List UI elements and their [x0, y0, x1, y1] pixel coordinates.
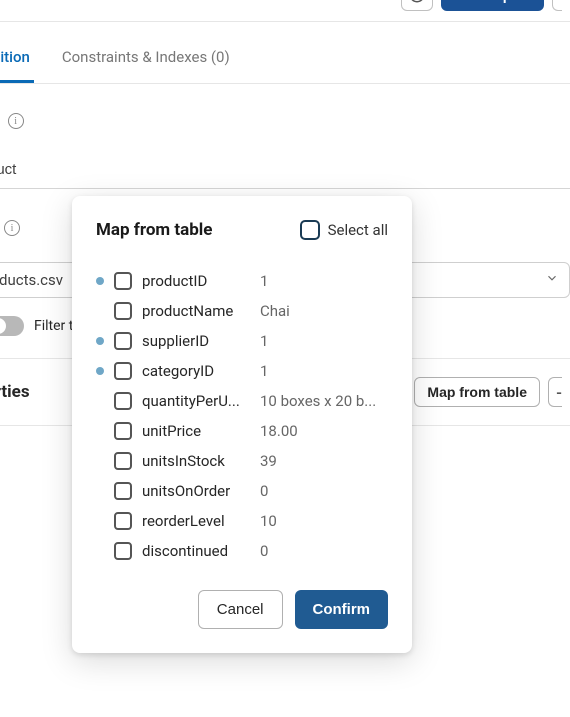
key-indicator-icon	[96, 547, 104, 555]
key-indicator-icon	[96, 487, 104, 495]
column-row: productName Chai	[96, 296, 388, 326]
remove-button-partial[interactable]: -	[548, 377, 562, 407]
column-checkbox[interactable]	[114, 512, 132, 530]
column-name: unitsOnOrder	[142, 482, 250, 500]
key-indicator-icon	[96, 457, 104, 465]
column-row: productID 1	[96, 266, 388, 296]
filter-toggle[interactable]	[0, 316, 24, 336]
modal-footer: Cancel Confirm	[96, 590, 388, 629]
column-sample-value: 1	[260, 332, 388, 350]
column-row: unitsOnOrder 0	[96, 476, 388, 506]
column-name: supplierID	[142, 332, 250, 350]
column-sample-value: 0	[260, 542, 388, 560]
column-checkbox[interactable]	[114, 482, 132, 500]
column-sample-value: 1	[260, 272, 388, 290]
modal-title: Map from table	[96, 220, 212, 240]
label-field-label: el i	[0, 112, 570, 130]
column-row: unitsInStock 39	[96, 446, 388, 476]
column-name: reorderLevel	[142, 512, 250, 530]
top-toolbar: Run import	[0, 0, 570, 22]
key-indicator-icon	[96, 517, 104, 525]
column-sample-value: 10	[260, 512, 388, 530]
column-checkbox[interactable]	[114, 542, 132, 560]
column-sample-value: 39	[260, 452, 388, 470]
column-row: unitPrice 18.00	[96, 416, 388, 446]
key-indicator-icon	[96, 307, 104, 315]
properties-title: perties	[0, 382, 30, 402]
column-row: categoryID 1	[96, 356, 388, 386]
cancel-button[interactable]: Cancel	[198, 590, 283, 629]
column-row: reorderLevel 10	[96, 506, 388, 536]
map-from-table-modal: Map from table Select all productID1prod…	[72, 196, 412, 653]
column-checkbox[interactable]	[114, 422, 132, 440]
column-checkbox[interactable]	[114, 332, 132, 350]
confirm-button[interactable]: Confirm	[295, 590, 389, 629]
filter-toggle-label: Filter t	[34, 318, 73, 334]
key-indicator-icon	[96, 277, 104, 285]
column-name: quantityPerU...	[142, 392, 250, 410]
column-sample-value: 1	[260, 362, 388, 380]
column-checkbox[interactable]	[114, 302, 132, 320]
tabs: nition Constraints & Indexes (0)	[0, 22, 570, 84]
column-checkbox[interactable]	[114, 362, 132, 380]
tab-constraints[interactable]: Constraints & Indexes (0)	[58, 38, 234, 83]
table-select-value: ducts.csv	[0, 271, 63, 289]
target-icon	[408, 0, 426, 4]
properties-actions: Map from table -	[414, 377, 562, 407]
column-checkbox[interactable]	[114, 392, 132, 410]
info-icon[interactable]: i	[8, 113, 24, 129]
column-checkbox[interactable]	[114, 272, 132, 290]
select-all-control[interactable]: Select all	[300, 220, 388, 240]
history-button[interactable]	[401, 0, 433, 11]
column-sample-value: 10 boxes x 20 b...	[260, 392, 388, 410]
column-sample-value: 0	[260, 482, 388, 500]
trailing-button-partial[interactable]	[552, 0, 562, 11]
column-row: quantityPerU... 10 boxes x 20 b...	[96, 386, 388, 416]
run-import-button[interactable]: Run import	[441, 0, 544, 11]
name-sublabel: e	[0, 136, 570, 151]
column-row: supplierID 1	[96, 326, 388, 356]
key-indicator-icon	[96, 427, 104, 435]
column-name: categoryID	[142, 362, 250, 380]
column-checkbox[interactable]	[114, 452, 132, 470]
key-indicator-icon	[96, 337, 104, 345]
column-name: productID	[142, 272, 250, 290]
select-all-checkbox[interactable]	[300, 220, 320, 240]
info-icon[interactable]: i	[4, 220, 20, 236]
tab-definition[interactable]: nition	[0, 38, 34, 83]
key-indicator-icon	[96, 397, 104, 405]
column-name: unitsInStock	[142, 452, 250, 470]
key-indicator-icon	[96, 367, 104, 375]
modal-header: Map from table Select all	[96, 220, 388, 240]
map-from-table-button[interactable]: Map from table	[414, 377, 540, 407]
column-name: discontinued	[142, 542, 250, 560]
column-name: unitPrice	[142, 422, 250, 440]
modal-rows: productID1productNameChaisupplierID1cate…	[96, 266, 388, 566]
column-sample-value: Chai	[260, 302, 388, 320]
column-sample-value: 18.00	[260, 422, 388, 440]
column-name: productName	[142, 302, 250, 320]
select-all-label: Select all	[328, 221, 388, 239]
column-row: discontinued 0	[96, 536, 388, 566]
chevron-down-icon	[545, 271, 559, 289]
label-input[interactable]	[0, 155, 570, 189]
